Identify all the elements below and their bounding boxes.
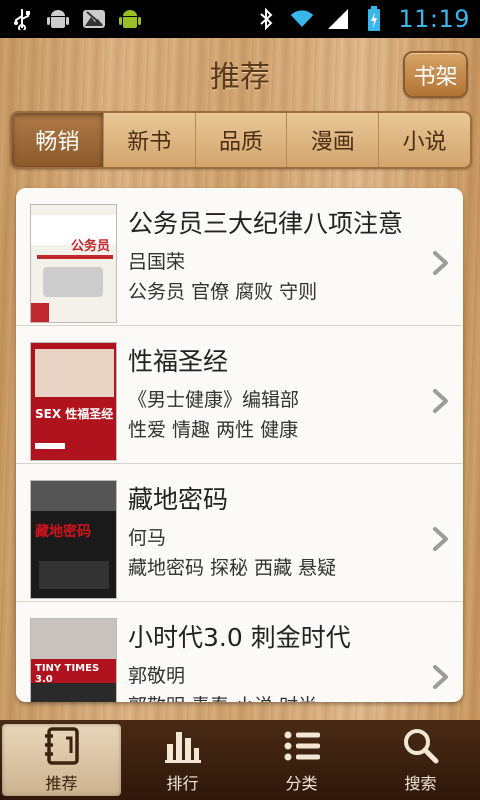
nav-recommend[interactable]: 推荐 xyxy=(2,724,121,796)
bottom-navigation: 推荐 排行 分类 搜索 xyxy=(0,720,480,800)
book-tags: 性爱 情趣 两性 健康 xyxy=(128,419,299,441)
bluetooth-icon xyxy=(254,7,278,31)
book-title: 藏地密码 xyxy=(128,485,229,514)
android-icon xyxy=(118,7,142,31)
status-bar: 11:19 xyxy=(0,0,480,38)
book-title: 公务员三大纪律八项注意 xyxy=(128,209,404,238)
category-tabs: 畅销 新书 品质 漫画 小说 xyxy=(10,111,472,169)
book-cover: SEX 性福圣经 xyxy=(30,342,117,461)
battery-icon xyxy=(362,6,386,31)
wifi-icon xyxy=(290,7,314,31)
tab-new-books[interactable]: 新书 xyxy=(104,113,196,167)
chevron-right-icon xyxy=(433,389,448,413)
status-icons-left xyxy=(10,7,142,31)
book-cover: 藏地密码 xyxy=(30,480,117,599)
signal-icon xyxy=(326,7,350,31)
search-icon xyxy=(398,726,444,766)
book-author: 郭敬明 xyxy=(128,665,186,687)
clock: 11:19 xyxy=(398,5,470,33)
cover-title-text: TINY TIMES 3.0 xyxy=(35,663,100,685)
tab-novels[interactable]: 小说 xyxy=(379,113,470,167)
chevron-right-icon xyxy=(433,665,448,689)
nav-label: 搜索 xyxy=(404,774,437,793)
bar-chart-icon xyxy=(160,726,206,766)
book-list-item[interactable]: 公务员 公务员三大纪律八项注意 吕国荣 公务员 官僚 腐败 守则 xyxy=(16,188,463,326)
tab-bestseller[interactable]: 畅销 xyxy=(12,113,104,167)
nav-ranking[interactable]: 排行 xyxy=(123,720,242,800)
book-title: 小时代3.0 刺金时代 xyxy=(128,623,351,652)
book-tags: 藏地密码 探秘 西藏 悬疑 xyxy=(128,557,337,579)
book-tags: 郭敬明 青春 小说 时尚 xyxy=(128,691,317,702)
book-list-item[interactable]: 藏地密码 藏地密码 何马 藏地密码 探秘 西藏 悬疑 xyxy=(16,464,463,602)
nav-label: 排行 xyxy=(166,774,199,793)
bookshelf-button[interactable]: 书架 xyxy=(403,51,468,98)
tab-quality[interactable]: 品质 xyxy=(196,113,288,167)
cover-title-text: SEX 性福圣经 xyxy=(35,407,114,421)
tab-comics[interactable]: 漫画 xyxy=(287,113,380,167)
book-author: 吕国荣 xyxy=(128,251,186,273)
notebook-icon xyxy=(39,726,85,766)
book-title: 性福圣经 xyxy=(128,347,229,376)
status-icons-right: 11:19 xyxy=(254,5,470,33)
android-debug-icon xyxy=(46,7,70,31)
book-author: 何马 xyxy=(128,527,167,549)
image-icon xyxy=(82,7,106,31)
nav-search[interactable]: 搜索 xyxy=(361,720,480,800)
nav-category[interactable]: 分类 xyxy=(242,720,361,800)
book-cover: TINY TIMES 3.0 xyxy=(30,618,117,702)
usb-icon xyxy=(10,7,34,31)
nav-label: 推荐 xyxy=(45,774,78,793)
book-list-item[interactable]: SEX 性福圣经 性福圣经 《男士健康》编辑部 性爱 情趣 两性 健康 xyxy=(16,326,463,464)
cover-title-text: 藏地密码 xyxy=(35,524,91,540)
book-list: 公务员 公务员三大纪律八项注意 吕国荣 公务员 官僚 腐败 守则 SEX 性福圣… xyxy=(16,188,463,702)
book-author: 《男士健康》编辑部 xyxy=(128,389,300,411)
cover-title-text: 公务员 xyxy=(71,239,111,254)
book-cover: 公务员 xyxy=(30,204,117,323)
chevron-right-icon xyxy=(433,527,448,551)
list-icon xyxy=(279,726,325,766)
nav-label: 分类 xyxy=(285,774,318,793)
book-list-item[interactable]: TINY TIMES 3.0 小时代3.0 刺金时代 郭敬明 郭敬明 青春 小说… xyxy=(16,602,463,702)
chevron-right-icon xyxy=(433,251,448,275)
book-tags: 公务员 官僚 腐败 守则 xyxy=(128,281,318,303)
